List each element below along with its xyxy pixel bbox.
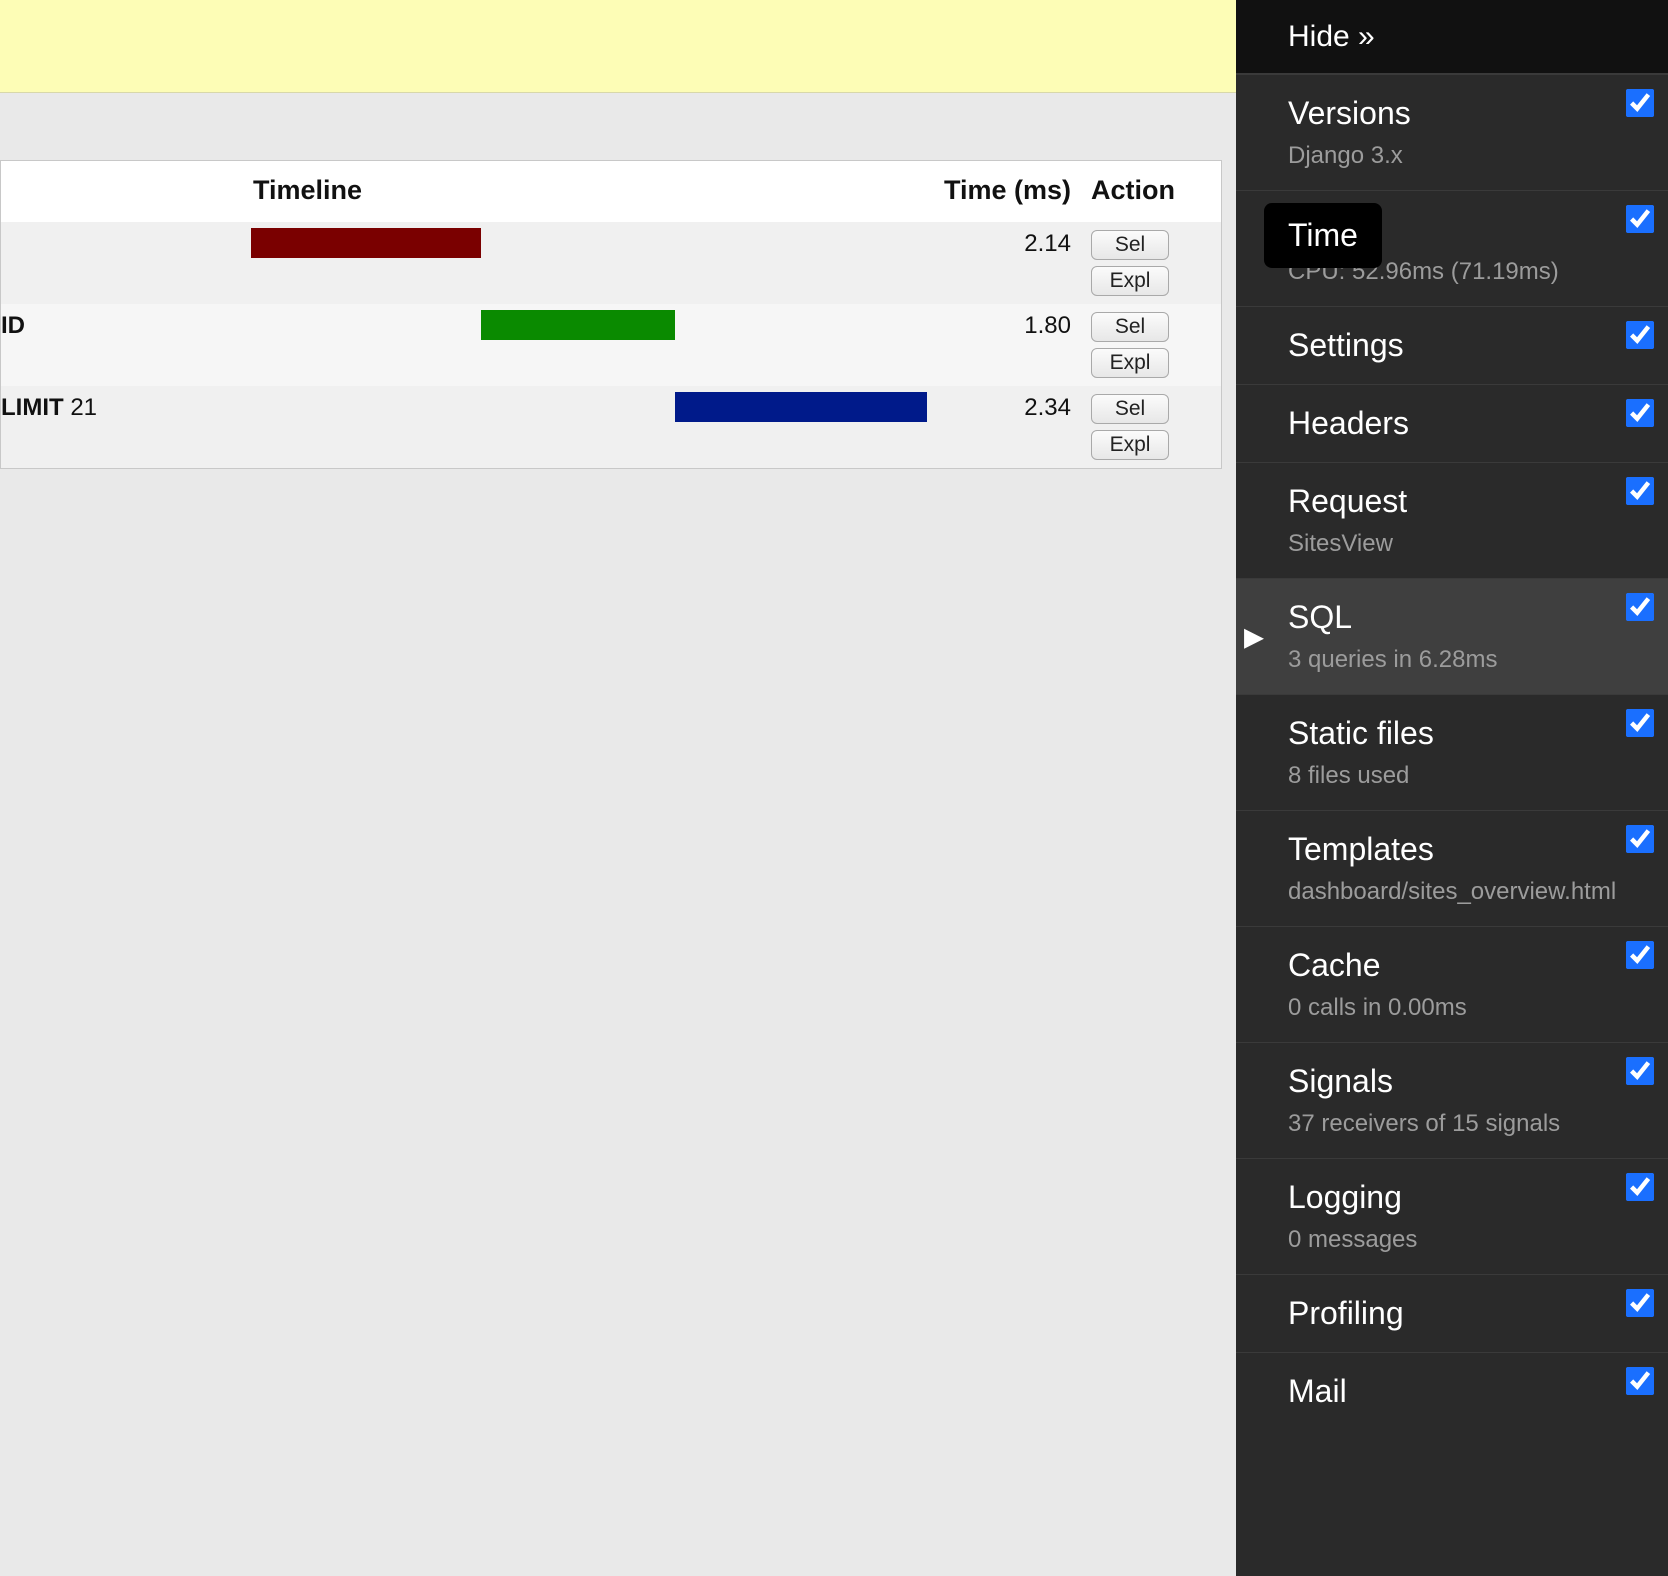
- timeline-cell: [251, 386, 881, 468]
- panel-title: Signals: [1288, 1063, 1648, 1100]
- panel-toggle-checkbox[interactable]: [1626, 1289, 1654, 1317]
- panel-logging[interactable]: Logging 0 messages: [1236, 1158, 1668, 1274]
- debug-toolbar-sidebar: Hide » Versions Django 3.x A teXTimeCPU: 5…: [1236, 0, 1668, 1576]
- panel-headers[interactable]: Headers: [1236, 384, 1668, 462]
- panel-versions[interactable]: Versions Django 3.x: [1236, 74, 1668, 190]
- panel-templates[interactable]: Templates dashboard/sites_overview.html: [1236, 810, 1668, 926]
- panel-static[interactable]: Static files 8 files used: [1236, 694, 1668, 810]
- panel-settings[interactable]: Settings: [1236, 306, 1668, 384]
- col-header-action: Action: [1081, 161, 1221, 222]
- query-text: [1, 222, 251, 304]
- action-cell: Sel Expl: [1081, 386, 1221, 468]
- panel-subtitle: 0 calls in 0.00ms: [1288, 994, 1648, 1022]
- panel-subtitle: CPU: 52.96ms (71.19ms): [1288, 258, 1648, 286]
- timeline-bar: [675, 392, 927, 422]
- panel-title: Cache: [1288, 947, 1648, 984]
- panel-toggle-checkbox[interactable]: [1626, 1367, 1654, 1395]
- panel-subtitle: Django 3.x: [1288, 142, 1648, 170]
- panel-title: Request: [1288, 483, 1648, 520]
- panel-subtitle: 0 messages: [1288, 1226, 1648, 1254]
- col-header-time: Time (ms): [881, 161, 1081, 222]
- timeline-bar: [481, 310, 675, 340]
- timeline-cell: [251, 222, 881, 304]
- panel-toggle-checkbox[interactable]: [1626, 1173, 1654, 1201]
- sql-queries-panel: Timeline Time (ms) Action 2.14 Sel Expl ID 1…: [0, 160, 1222, 469]
- panel-signals[interactable]: Signals 37 receivers of 15 signals: [1236, 1042, 1668, 1158]
- hide-toolbar-button[interactable]: Hide »: [1236, 0, 1668, 74]
- panel-toggle-checkbox[interactable]: [1626, 941, 1654, 969]
- select-button[interactable]: Sel: [1091, 312, 1169, 342]
- select-button[interactable]: Sel: [1091, 394, 1169, 424]
- panel-title: Headers: [1288, 405, 1648, 442]
- panel-title: Static files: [1288, 715, 1648, 752]
- table-row: ID 1.80 Sel Expl: [1, 304, 1221, 386]
- panel-toggle-checkbox[interactable]: [1626, 593, 1654, 621]
- panel-request[interactable]: Request SitesView: [1236, 462, 1668, 578]
- query-text: ID: [1, 304, 251, 386]
- panel-mail[interactable]: Mail: [1236, 1352, 1668, 1430]
- explain-button[interactable]: Expl: [1091, 348, 1169, 378]
- active-marker-icon: ▶: [1244, 621, 1264, 652]
- panel-subtitle: 8 files used: [1288, 762, 1648, 790]
- panel-toggle-checkbox[interactable]: [1626, 399, 1654, 427]
- table-row: LIMIT 212.34SelExpl: [1, 386, 1221, 468]
- select-button[interactable]: Sel: [1091, 230, 1169, 260]
- panel-title: Templates: [1288, 831, 1648, 868]
- panel-cache[interactable]: Cache 0 calls in 0.00ms: [1236, 926, 1668, 1042]
- panel-time[interactable]: A teXTimeCPU: 52.96ms (71.19ms): [1236, 190, 1668, 306]
- panel-toggle-checkbox[interactable]: [1626, 89, 1654, 117]
- explain-button[interactable]: Expl: [1091, 266, 1169, 296]
- query-text: LIMIT 21: [1, 386, 251, 468]
- panel-subtitle: 37 receivers of 15 signals: [1288, 1110, 1648, 1138]
- panel-title: Profiling: [1288, 1295, 1648, 1332]
- panel-title: Logging: [1288, 1179, 1648, 1216]
- panel-toggle-checkbox[interactable]: [1626, 709, 1654, 737]
- timeline-cell: [251, 304, 881, 386]
- panel-sql[interactable]: ▶ SQL 3 queries in 6.28ms: [1236, 578, 1668, 694]
- action-cell: Sel Expl: [1081, 304, 1221, 386]
- panel-subtitle: dashboard/sites_overview.html: [1288, 878, 1648, 906]
- panel-title: Settings: [1288, 327, 1648, 364]
- hide-label: Hide »: [1288, 20, 1375, 54]
- panel-toggle-checkbox[interactable]: [1626, 825, 1654, 853]
- table-row: 2.14 Sel Expl: [1, 222, 1221, 304]
- panel-title: SQL: [1288, 599, 1648, 636]
- panel-toggle-checkbox[interactable]: [1626, 477, 1654, 505]
- sql-table: Timeline Time (ms) Action 2.14 Sel Expl ID 1…: [1, 161, 1221, 468]
- panel-profiling[interactable]: Profiling: [1236, 1274, 1668, 1352]
- panel-toggle-checkbox[interactable]: [1626, 321, 1654, 349]
- panel-toggle-checkbox[interactable]: [1626, 1057, 1654, 1085]
- explain-button[interactable]: Expl: [1091, 430, 1169, 460]
- col-header-timeline: Timeline: [1, 161, 881, 222]
- panel-title: Mail: [1288, 1373, 1648, 1410]
- time-value: 2.14: [881, 222, 1081, 304]
- panel-subtitle: SitesView: [1288, 530, 1648, 558]
- panel-toggle-checkbox[interactable]: [1626, 205, 1654, 233]
- panel-title: Versions: [1288, 95, 1648, 132]
- time-value: 1.80: [881, 304, 1081, 386]
- timeline-bar: [251, 228, 481, 258]
- obscured-text: A te: [1286, 217, 1338, 251]
- action-cell: Sel Expl: [1081, 222, 1221, 304]
- panel-subtitle: 3 queries in 6.28ms: [1288, 646, 1648, 674]
